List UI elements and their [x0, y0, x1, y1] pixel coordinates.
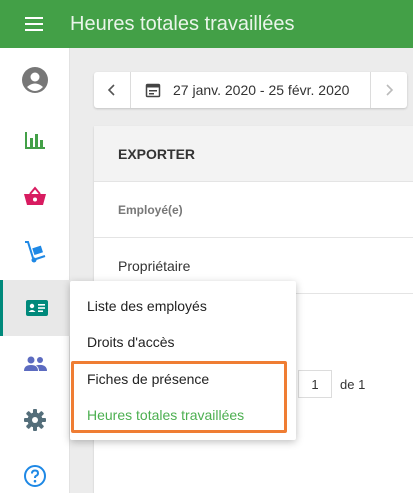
employees-submenu: Liste des employés Droits d'accès Fiches…	[70, 281, 296, 440]
app-bar: Heures totales travaillées	[0, 0, 413, 48]
people-icon	[24, 356, 47, 371]
sidebar-item-settings[interactable]	[0, 392, 70, 448]
page-number-input[interactable]: 1	[298, 370, 332, 398]
menu-item-total-hours[interactable]: Heures totales travaillées	[87, 407, 244, 423]
page-count-label: de 1	[340, 376, 366, 392]
date-range-picker[interactable]: 27 janv. 2020 - 25 févr. 2020	[131, 82, 370, 98]
gear-icon	[24, 409, 46, 431]
hamburger-icon	[25, 17, 43, 31]
menu-button[interactable]	[0, 0, 68, 48]
sidebar-item-account[interactable]	[0, 52, 70, 108]
date-range-label: 27 janv. 2020 - 25 févr. 2020	[173, 82, 350, 98]
sidebar	[0, 48, 70, 493]
id-card-icon	[25, 300, 48, 316]
hand-truck-icon	[25, 241, 46, 263]
sidebar-item-reports[interactable]	[0, 112, 70, 168]
menu-item-employee-list[interactable]: Liste des employés	[87, 298, 207, 314]
account-circle-icon	[22, 67, 48, 93]
bar-chart-icon	[25, 132, 45, 149]
basket-icon	[24, 186, 46, 205]
chevron-left-icon	[107, 84, 115, 96]
pagination: 1 de 1	[298, 370, 365, 398]
sidebar-item-help[interactable]	[0, 448, 70, 493]
menu-item-access-rights[interactable]: Droits d'accès	[87, 334, 174, 350]
date-range-bar: 27 janv. 2020 - 25 févr. 2020	[94, 72, 407, 108]
sidebar-item-employees[interactable]	[0, 280, 70, 336]
menu-item-timecards[interactable]: Fiches de présence	[87, 371, 209, 387]
sidebar-item-customers[interactable]	[0, 336, 70, 392]
help-icon	[24, 465, 46, 487]
page-title: Heures totales travaillées	[70, 12, 295, 35]
sidebar-item-inventory[interactable]	[0, 224, 70, 280]
next-period-button[interactable]	[371, 72, 407, 108]
chevron-right-icon	[386, 84, 394, 96]
export-button[interactable]: EXPORTER	[94, 126, 413, 182]
sidebar-item-sales[interactable]	[0, 168, 70, 224]
column-header-employee[interactable]: Employé(e)	[94, 182, 413, 238]
prev-period-button[interactable]	[94, 72, 130, 108]
calendar-icon	[145, 83, 161, 98]
